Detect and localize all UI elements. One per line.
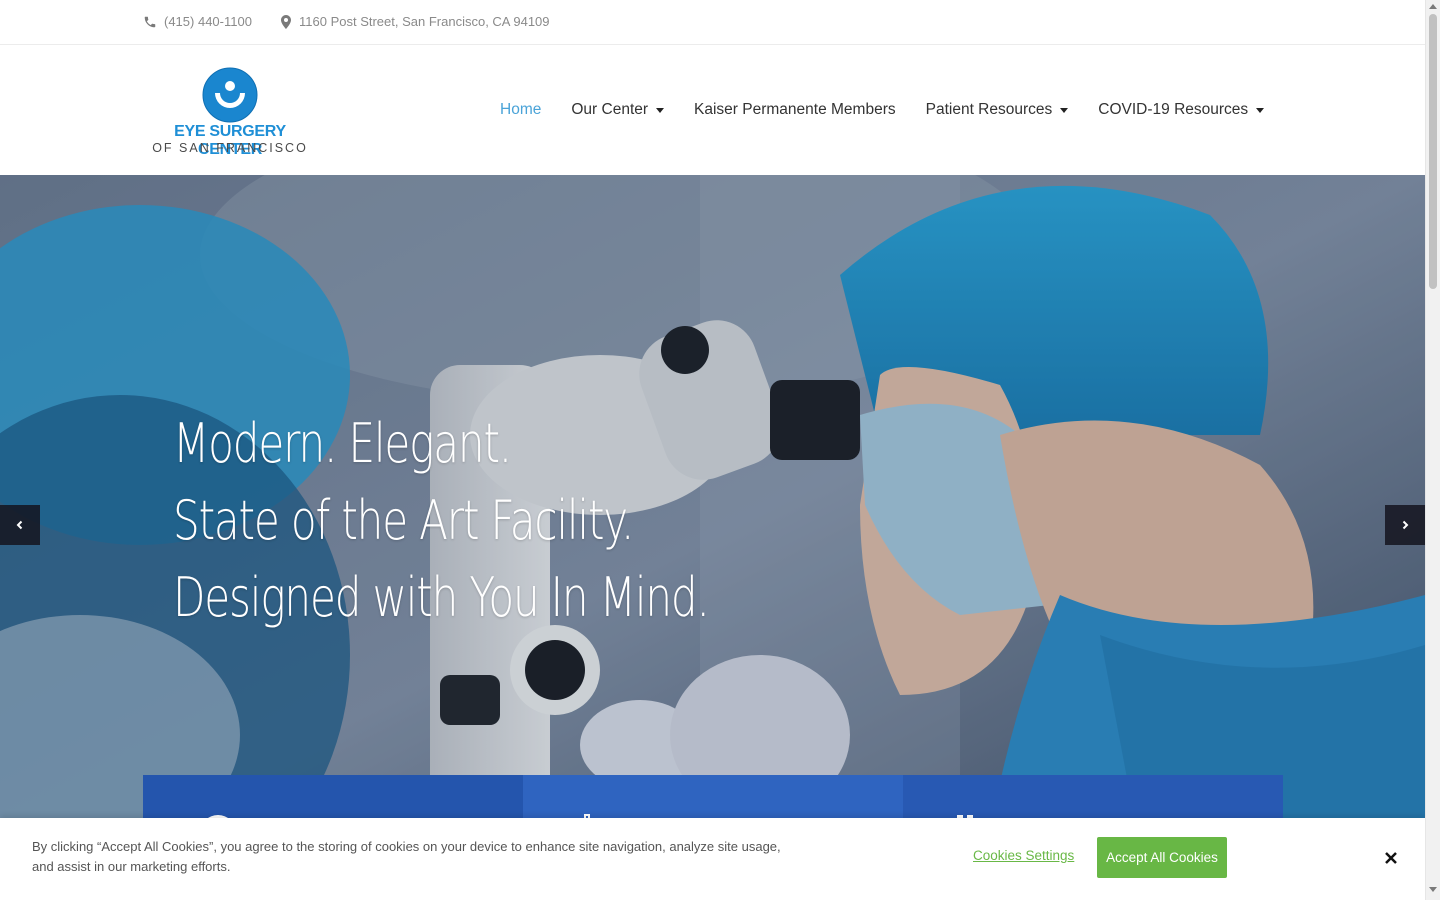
scroll-up-icon[interactable] — [1429, 4, 1437, 9]
top-info-bar: (415) 440-1100 1160 Post Street, San Fra… — [0, 0, 1425, 45]
nav-item-home[interactable]: Home — [500, 101, 541, 119]
caret-down-icon — [1256, 107, 1265, 113]
map-pin-icon — [281, 14, 291, 29]
chevron-left-icon — [16, 520, 23, 530]
nav-item-label: COVID-19 Resources — [1098, 101, 1249, 118]
address-text: 1160 Post Street, San Francisco, CA 9410… — [299, 14, 550, 29]
eye-logo-icon — [202, 67, 258, 123]
site-logo[interactable]: EYE SURGERY CENTER OF SAN FRANCISCO — [147, 67, 317, 158]
nav-item-label: Our Center — [571, 101, 649, 118]
caret-down-icon — [656, 107, 665, 113]
chevron-right-icon — [1402, 520, 1409, 530]
nav-item-label: Patient Resources — [925, 101, 1053, 118]
page-scrollbar[interactable] — [1425, 0, 1440, 900]
close-icon[interactable] — [1383, 850, 1399, 866]
cookie-text: By clicking “Accept All Cookies”, you ag… — [32, 839, 781, 874]
nav-item-patient-resources[interactable]: Patient Resources — [926, 101, 1069, 119]
scroll-down-icon[interactable] — [1429, 887, 1437, 892]
site-header: EYE SURGERY CENTER OF SAN FRANCISCO Home… — [0, 45, 1425, 175]
accept-all-cookies-button[interactable]: Accept All Cookies — [1097, 837, 1227, 878]
hero-line: State of the Art Facility. — [173, 489, 634, 552]
nav-item-kaiser-members[interactable]: Kaiser Permanente Members — [694, 101, 896, 119]
nav-item-our-center[interactable]: Our Center — [571, 101, 665, 119]
slider-prev-button[interactable] — [0, 505, 40, 545]
cookie-banner: By clicking “Accept All Cookies”, you ag… — [0, 818, 1425, 900]
phone-text: (415) 440-1100 — [164, 14, 252, 29]
scrollbar-thumb[interactable] — [1429, 14, 1437, 289]
logo-line-2: OF SAN FRANCISCO — [152, 141, 308, 155]
phone-info[interactable]: (415) 440-1100 — [143, 14, 252, 29]
address-info[interactable]: 1160 Post Street, San Francisco, CA 9410… — [280, 14, 550, 29]
nav-item-label: Home — [500, 101, 542, 118]
hero-line: Designed with You In Mind. — [173, 566, 710, 629]
cookies-settings-link[interactable]: Cookies Settings — [973, 848, 1074, 863]
phone-icon — [144, 16, 156, 27]
nav-item-covid-resources[interactable]: COVID-19 Resources — [1098, 101, 1265, 119]
hero-line: Modern. Elegant. — [173, 412, 512, 475]
nav-item-label: Kaiser Permanente Members — [694, 101, 896, 118]
hero-headline: Modern. Elegant. State of the Art Facili… — [173, 405, 710, 636]
main-nav: Home Our Center Kaiser Permanente Member… — [500, 101, 1294, 119]
caret-down-icon — [1060, 107, 1069, 113]
slider-next-button[interactable] — [1385, 505, 1425, 545]
